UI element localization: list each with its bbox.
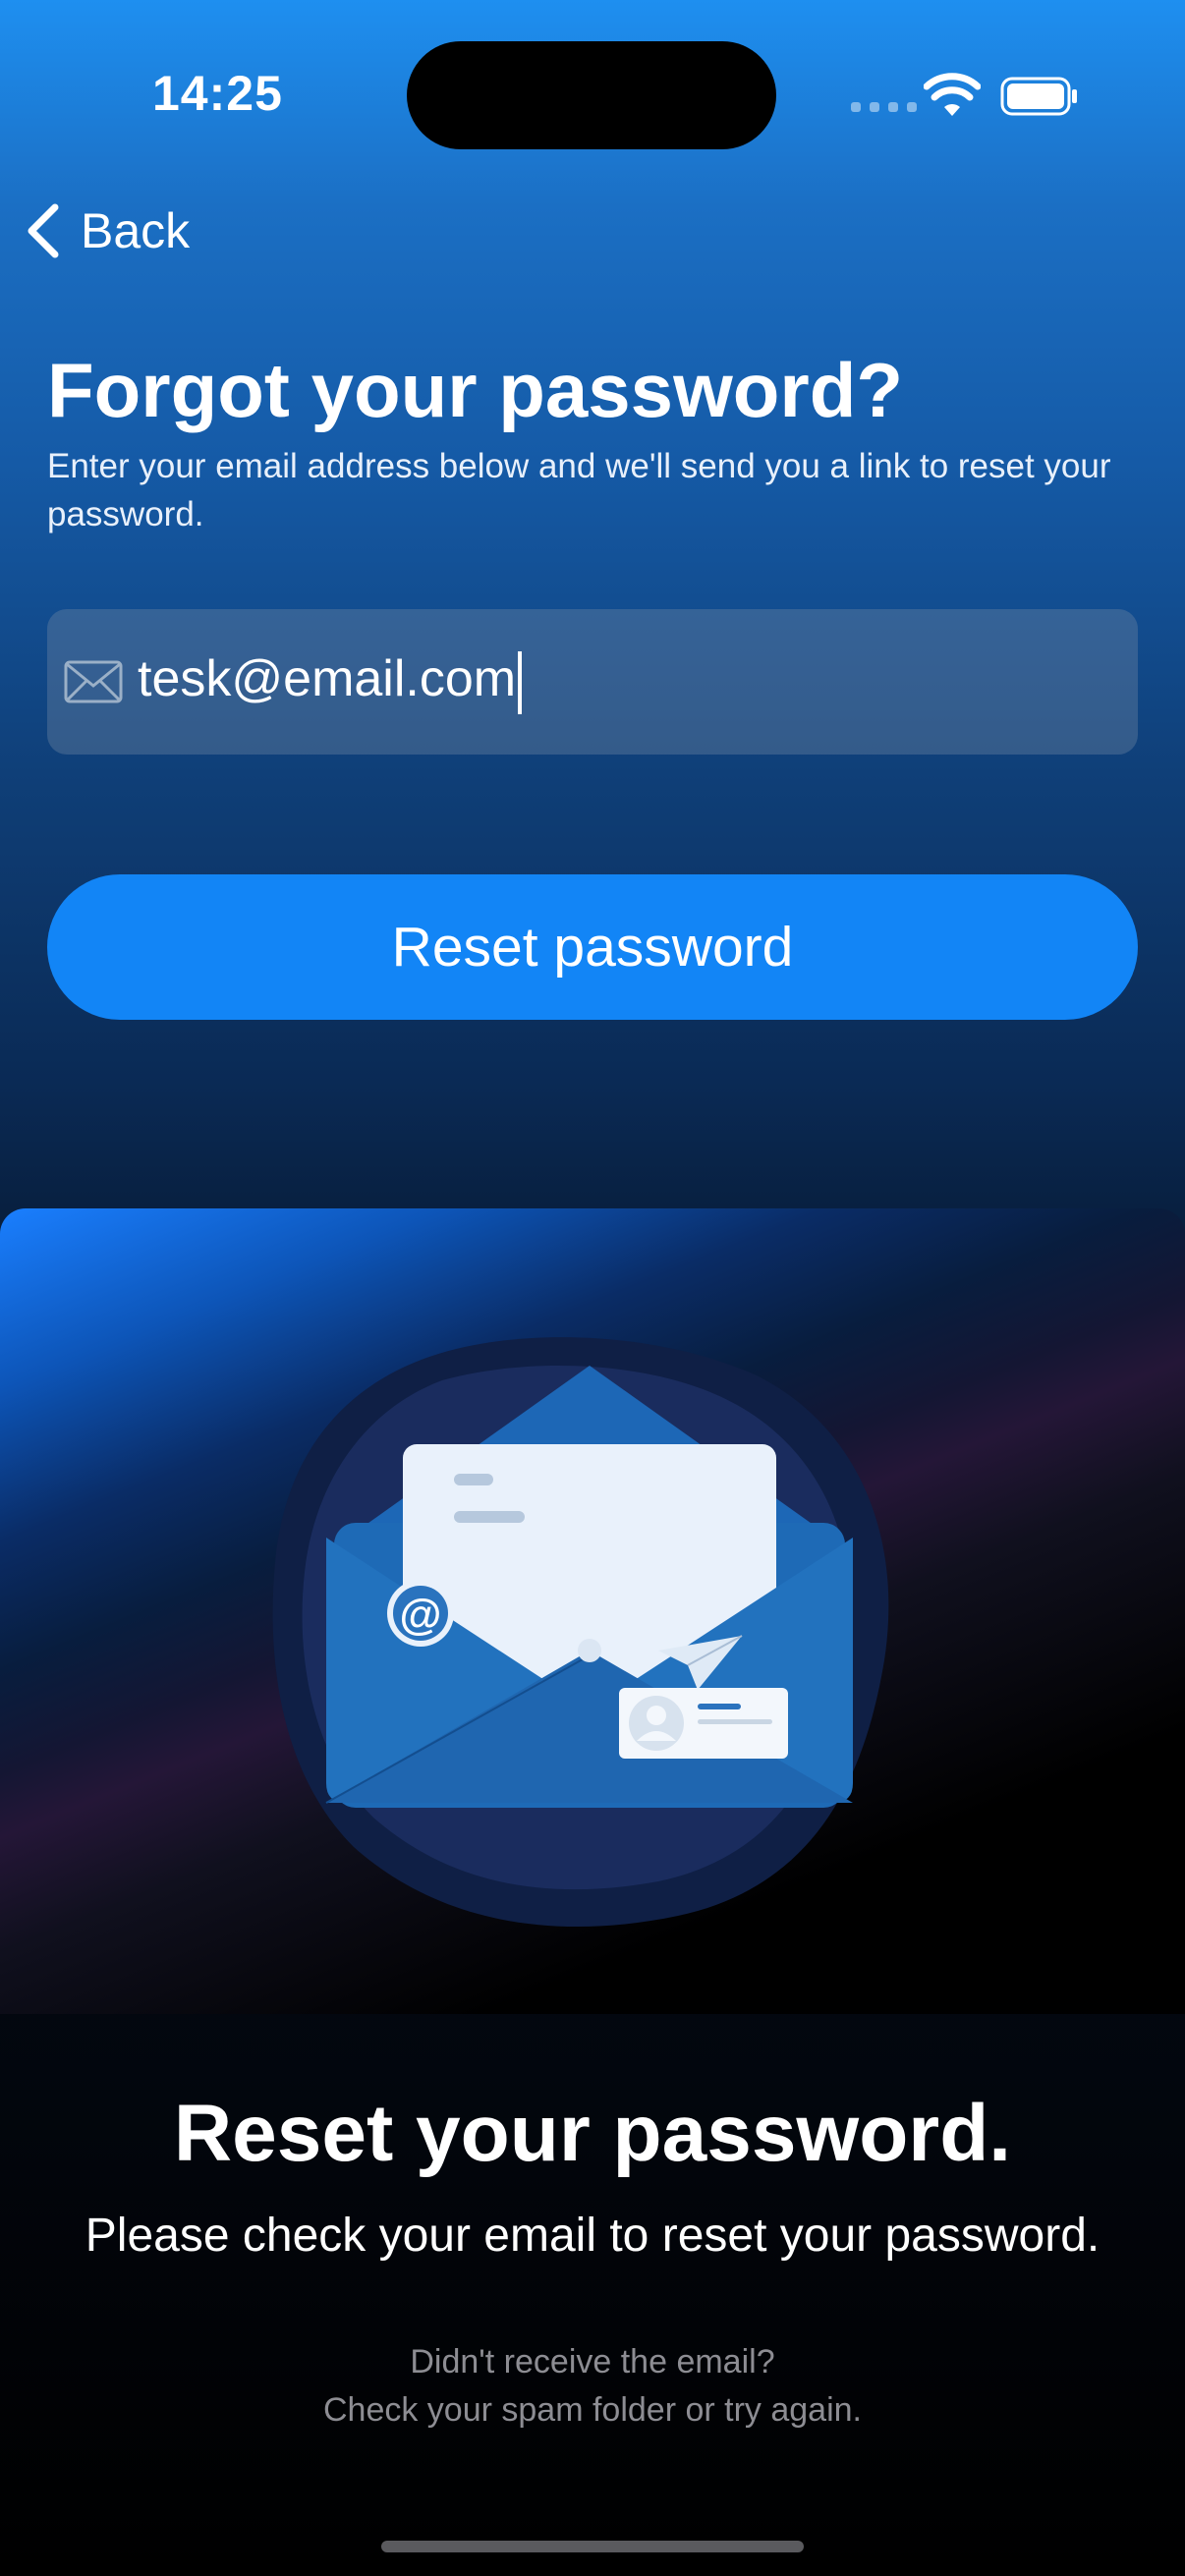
back-button[interactable]: Back bbox=[24, 196, 190, 265]
spam-hint-line2: Check your spam folder or try again. bbox=[322, 2391, 863, 2429]
wifi-icon bbox=[924, 73, 981, 116]
email-input-value[interactable]: tesk@email.com bbox=[138, 649, 523, 714]
back-label: Back bbox=[81, 203, 191, 258]
spam-hint-line1: Didn't receive the email? bbox=[410, 2343, 775, 2380]
envelope-icon bbox=[64, 660, 123, 703]
text-caret bbox=[518, 650, 523, 714]
confirmation-message: Please check your email to reset your pa… bbox=[85, 2210, 1100, 2262]
spam-hint: Didn't receive the email? Check your spa… bbox=[0, 2338, 1185, 2435]
page-subtitle: Enter your email address below and we'll… bbox=[47, 447, 1111, 533]
cellular-signal-icon bbox=[851, 102, 917, 112]
email-field[interactable]: tesk@email.com bbox=[47, 609, 1138, 755]
reset-password-button[interactable]: Reset password bbox=[47, 874, 1138, 1020]
confirmation-title: Reset your password. bbox=[173, 2089, 1012, 2178]
chevron-left-icon bbox=[28, 203, 59, 258]
dynamic-island bbox=[407, 41, 776, 149]
svg-text:@: @ bbox=[400, 1591, 442, 1639]
page-title: Forgot your password? bbox=[47, 347, 904, 433]
battery-icon bbox=[1000, 77, 1077, 116]
home-indicator bbox=[381, 2541, 804, 2552]
email-sent-illustration: @ bbox=[272, 1337, 889, 1928]
status-time: 14:25 bbox=[152, 66, 283, 121]
